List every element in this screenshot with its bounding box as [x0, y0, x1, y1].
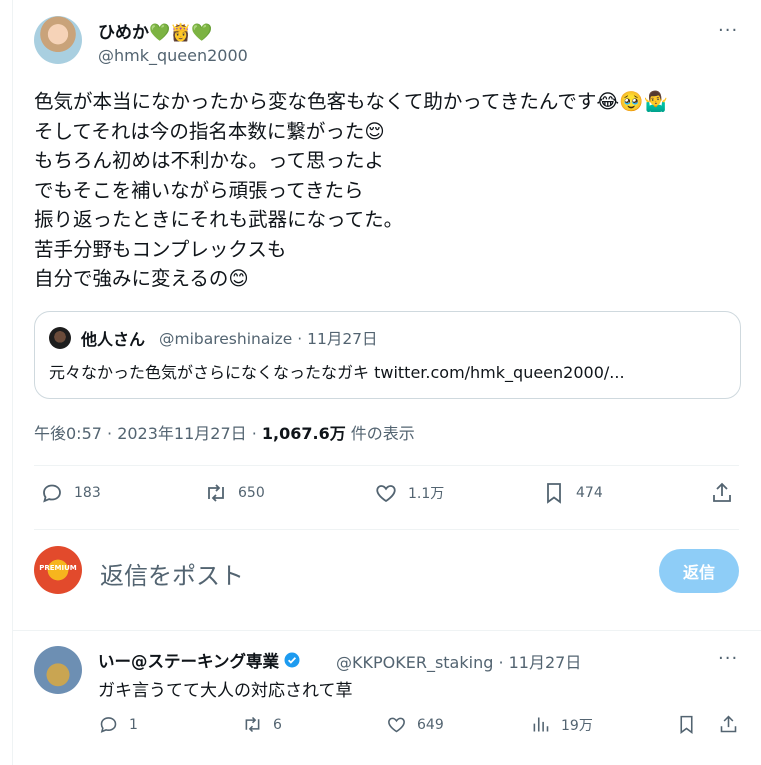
tweet-text: 色気が本当になかったから変な色客もなくて助かってきたんです😂🥹🤷‍♂️ そしてそ…	[34, 87, 744, 294]
retweet-button[interactable]: 650	[204, 481, 265, 505]
analytics-icon	[533, 717, 549, 732]
views-count: 1,067.6万	[261, 424, 346, 443]
quoted-avatar	[49, 327, 71, 349]
tweet-line: でもそこを補いながら頑張ってきたら	[34, 178, 364, 202]
reply-reply-count: 1	[129, 716, 138, 733]
reply-views-count: 19万	[561, 717, 593, 734]
compose-avatar[interactable]: PREMIUM	[34, 546, 82, 594]
share-icon	[720, 715, 737, 733]
divider	[34, 465, 739, 466]
share-button[interactable]	[710, 481, 734, 505]
bookmark-icon	[680, 715, 693, 734]
reply-avatar[interactable]	[34, 646, 82, 694]
action-bar: 183 650 1.1万 474	[34, 481, 739, 513]
verified-badge-icon	[284, 652, 300, 668]
tweet-line: もちろん初めは不利かな。って思ったよ	[34, 149, 385, 172]
share-icon	[713, 482, 731, 502]
reply-retweet-count: 6	[273, 716, 282, 733]
reply-input[interactable]: 返信をポスト	[100, 556, 244, 591]
quoted-text: 元々なかった色気がさらになくなったなガキ twitter.com/hmk_que…	[49, 363, 625, 382]
timestamp[interactable]: 午後0:57 · 2023年11月27日 ·	[34, 424, 262, 443]
heart-icon	[376, 485, 396, 503]
divider	[34, 529, 739, 530]
retweet-icon	[208, 484, 224, 502]
reply-bookmark-button[interactable]	[676, 714, 697, 735]
retweet-count: 650	[238, 485, 265, 501]
reply-count: 183	[74, 485, 101, 501]
tweet-meta: 午後0:57 · 2023年11月27日 · 1,067.6万 件の表示	[34, 420, 415, 444]
reply-author-name: いー@ステーキング専業	[98, 652, 280, 671]
reply-author[interactable]: いー@ステーキング専業	[98, 648, 301, 672]
quoted-meta: @mibareshinaize · 11月27日	[159, 330, 378, 348]
views-label: 件の表示	[345, 424, 415, 443]
reply-reply-button[interactable]: 1	[98, 714, 138, 735]
reply-icon	[100, 717, 117, 733]
reply-button[interactable]: 183	[40, 481, 101, 505]
quoted-tweet[interactable]: 他人さん @mibareshinaize · 11月27日 元々なかった色気がさ…	[34, 311, 741, 399]
reply-like-button[interactable]: 649	[386, 714, 444, 735]
like-button[interactable]: 1.1万	[374, 481, 444, 505]
divider	[13, 630, 761, 631]
user-handle[interactable]: @hmk_queen2000	[98, 46, 248, 65]
tweet-line: 苦手分野もコンプレックスも	[34, 237, 287, 261]
reply-views-button[interactable]: 19万	[530, 714, 593, 735]
reply-text: ガキ言うてて大人の対応されて草	[98, 681, 353, 701]
premium-label: PREMIUM	[39, 564, 77, 572]
avatar[interactable]	[34, 16, 82, 64]
bookmark-button[interactable]: 474	[542, 481, 603, 505]
reply-submit-button[interactable]: 返信	[659, 549, 739, 593]
reply-like-count: 649	[417, 716, 444, 733]
display-name[interactable]: ひめか💚👸💚	[98, 18, 213, 43]
bookmark-count: 474	[576, 485, 603, 501]
reply-icon	[43, 484, 61, 503]
tweet-line: 色気が本当になかったから変な色客もなくて助かってきたんです😂🥹🤷‍♂️	[34, 90, 668, 113]
heart-icon	[388, 717, 405, 733]
more-options-icon[interactable]: ···	[718, 20, 738, 41]
reply-action-bar: 1 6 649 19万	[98, 714, 743, 740]
quoted-name: 他人さん	[81, 330, 146, 349]
tweet-line: そしてそれは今の指名本数に繋がった😌	[34, 119, 385, 143]
like-count: 1.1万	[408, 486, 445, 502]
reply-meta[interactable]: @KKPOKER_staking · 11月27日	[336, 649, 581, 673]
retweet-icon	[245, 716, 260, 733]
bookmark-icon	[547, 483, 561, 504]
more-options-icon[interactable]: ···	[718, 648, 738, 669]
tweet-line: 自分で強みに変えるの😊	[34, 267, 249, 290]
reply-share-button[interactable]	[718, 714, 739, 735]
tweet-line: 振り返ったときにそれも武器になってた。	[34, 208, 404, 231]
reply-retweet-button[interactable]: 6	[242, 714, 282, 735]
